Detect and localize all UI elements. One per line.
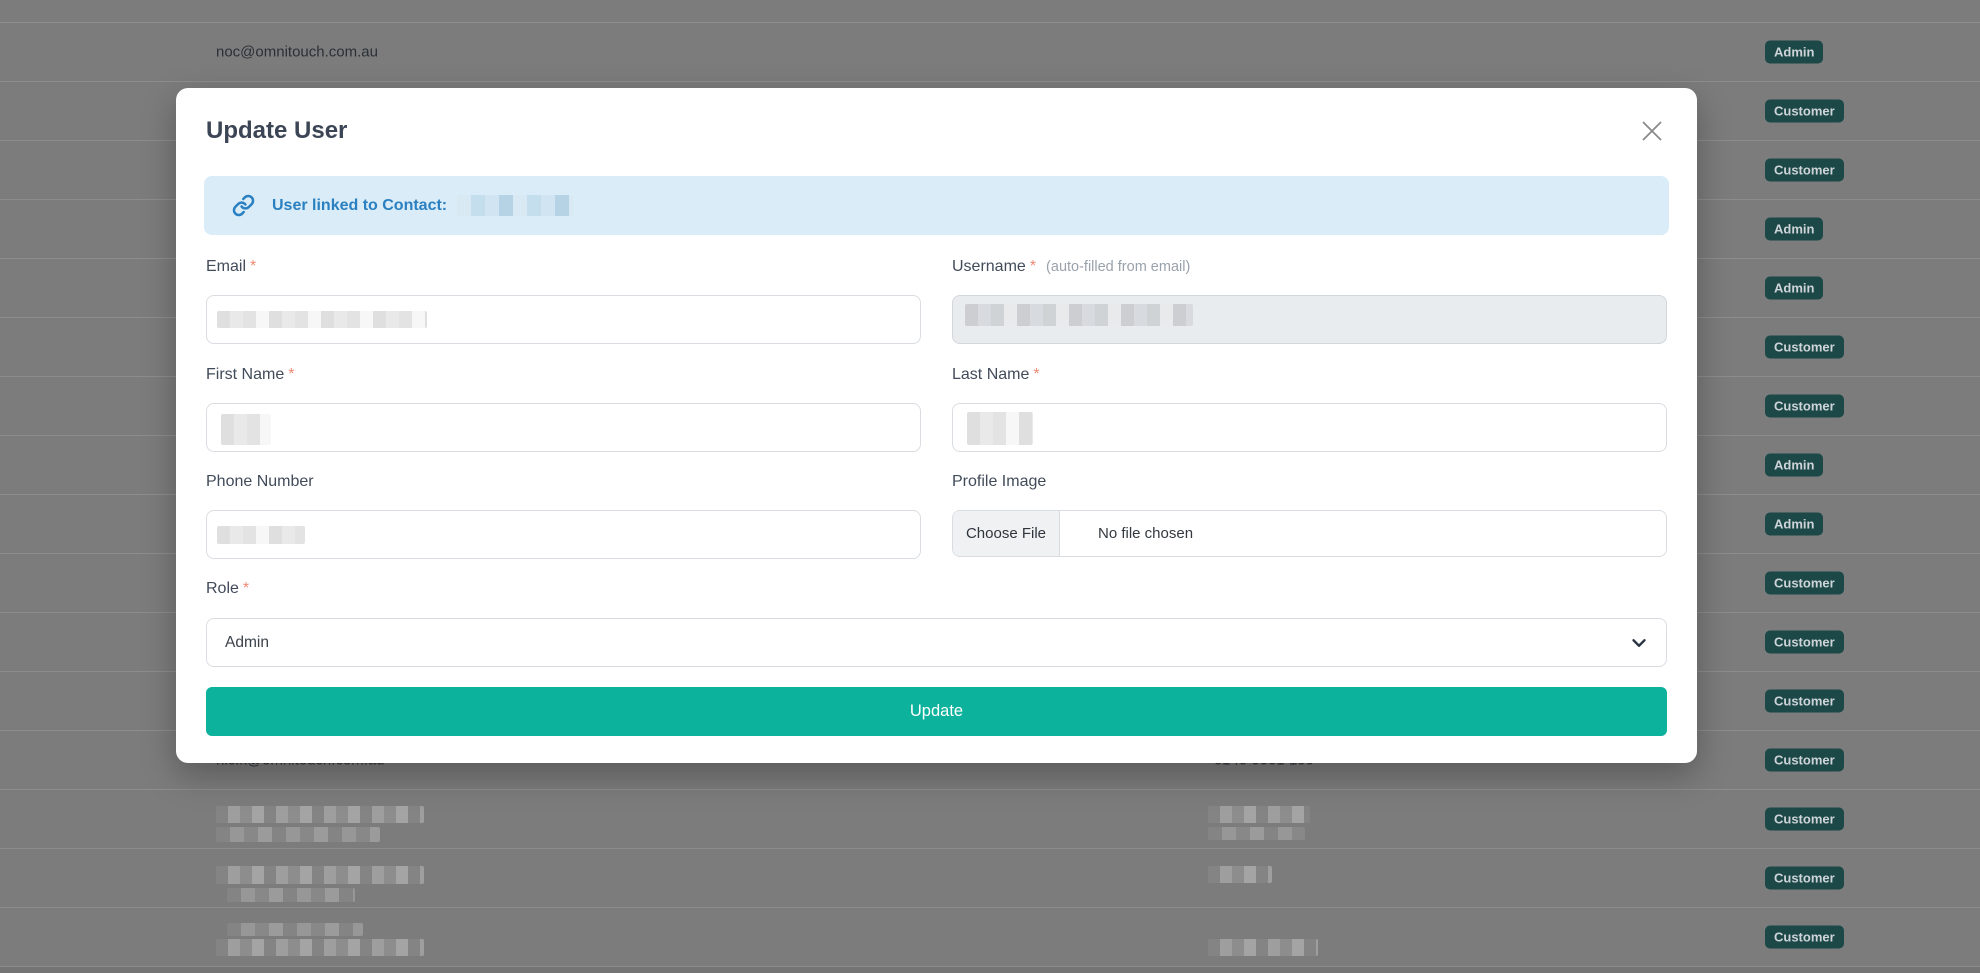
email-cell-blurred [216,806,424,823]
phone-cell-blurred [1208,866,1272,883]
username-field [952,295,1667,344]
role-badge: Customer [1765,749,1844,772]
phone-value-blurred [217,526,305,544]
last-name-value-blurred [967,412,1033,445]
choose-file-button[interactable]: Choose File [953,511,1060,556]
role-badge: Customer [1765,690,1844,713]
update-button[interactable]: Update [206,687,1667,736]
role-badge: Customer [1765,395,1844,418]
role-badge: Admin [1765,218,1823,241]
last-name-field[interactable] [952,403,1667,452]
profile-image-file-input[interactable]: Choose File No file chosen [952,510,1667,557]
table-row[interactable]: Customer [0,908,1980,967]
modal-title: Update User [206,117,347,145]
role-badge: Admin [1765,277,1823,300]
email-value-blurred [217,311,427,328]
phone-cell-blurred [1208,827,1305,840]
email-cell-blurred [227,888,355,902]
phone-number-field[interactable] [206,510,921,559]
first-name-field[interactable] [206,403,921,452]
linked-contact-banner: User linked to Contact: [204,176,1669,235]
email-label: Email* [206,258,921,276]
phone-cell-blurred [1208,939,1318,956]
role-badge: Admin [1765,41,1823,64]
first-name-label: First Name* [206,366,921,384]
username-value-blurred [965,304,1193,326]
email-cell-blurred [227,923,363,936]
role-label: Role* [206,580,249,598]
role-badge: Customer [1765,867,1844,890]
link-icon [232,194,255,217]
email-cell: noc@omnitouch.com.au [216,44,378,61]
role-badge: Customer [1765,159,1844,182]
role-badge: Admin [1765,454,1823,477]
phone-cell-blurred [1208,806,1310,823]
role-selected-value: Admin [225,634,269,652]
role-select[interactable]: Admin [206,618,1667,667]
file-chosen-status: No file chosen [1098,525,1193,542]
next-row-sliver [0,967,1980,973]
update-user-modal: Update User User linked to Contact: Emai… [176,88,1697,763]
table-row[interactable]: Customer [0,790,1980,849]
username-label: Username*(auto-filled from email) [952,258,1667,276]
chevron-down-icon [1628,632,1650,654]
linked-contact-label: User linked to Contact: [272,197,447,215]
column-header-role: ROLE [1770,0,1814,4]
close-icon[interactable] [1639,118,1665,144]
email-field[interactable] [206,295,921,344]
column-header-phone: PHONE [1205,0,1261,4]
first-name-value-blurred [221,414,271,445]
role-badge: Customer [1765,572,1844,595]
phone-number-label: Phone Number [206,473,921,491]
email-cell-blurred [216,866,424,884]
email-cell-blurred [216,827,380,842]
role-badge: Admin [1765,513,1823,536]
linked-contact-value-blurred [457,195,573,216]
email-cell-blurred [216,939,424,956]
table-row[interactable]: noc@omnitouch.com.au Admin [0,23,1980,82]
column-header-email: EMAIL [216,0,266,4]
last-name-label: Last Name* [952,366,1667,384]
role-badge: Customer [1765,808,1844,831]
role-badge: Customer [1765,631,1844,654]
table-row[interactable]: Customer [0,849,1980,908]
role-badge: Customer [1765,336,1844,359]
username-hint: (auto-filled from email) [1046,259,1190,275]
role-badge: Customer [1765,926,1844,949]
profile-image-label: Profile Image [952,473,1667,491]
role-badge: Customer [1765,100,1844,123]
